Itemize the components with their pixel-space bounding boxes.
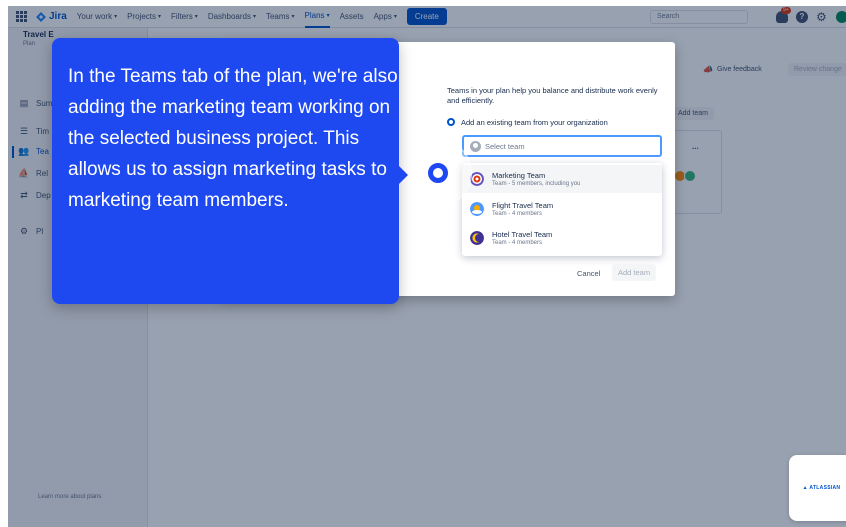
atlassian-badge-text: ▲ ATLASSIAN [802, 485, 841, 491]
team-option-meta: Team - 5 members, including you [492, 180, 581, 187]
target-icon [470, 172, 484, 186]
team-option-meta: Team - 4 members [492, 239, 543, 246]
modal-description: Teams in your plan help you balance and … [447, 86, 658, 105]
app-frame: Jira Your work ▾ Projects ▾ Filters ▾ Dashb… [8, 6, 846, 527]
team-option-name: Marketing Team [492, 170, 546, 180]
atlassian-badge: ▲ ATLASSIAN [789, 455, 846, 521]
atlassian-label: ATLASSIAN [809, 485, 841, 491]
team-options-menu: Marketing Team Team - 5 members, includin… [462, 163, 662, 256]
existing-team-radio[interactable] [447, 118, 455, 126]
add-team-button[interactable]: Add team [612, 264, 657, 281]
existing-team-radio-label: Add an existing team from your organizat… [461, 118, 608, 127]
tour-hotspot[interactable] [428, 163, 448, 183]
team-option-name: Flight Travel Team [492, 200, 554, 210]
moon-icon [470, 231, 484, 245]
select-team-placeholder: Select team [485, 141, 525, 151]
team-option-marketing[interactable]: Marketing Team Team - 5 members, includin… [462, 165, 662, 193]
team-option-meta: Team - 4 members [492, 210, 543, 217]
user-icon [470, 140, 481, 152]
team-option-name: Hotel Travel Team [492, 229, 553, 239]
select-team-input[interactable]: Select team [462, 135, 662, 157]
tooltip-text: In the Teams tab of the plan, we're also… [68, 66, 398, 211]
tooltip-pointer [399, 166, 408, 184]
sun-cloud-icon [470, 202, 484, 216]
team-option-flight-travel[interactable]: Flight Travel Team Team - 4 members [462, 195, 662, 223]
cancel-button[interactable]: Cancel [577, 269, 600, 278]
team-option-hotel-travel[interactable]: Hotel Travel Team Team - 4 members [462, 224, 662, 252]
